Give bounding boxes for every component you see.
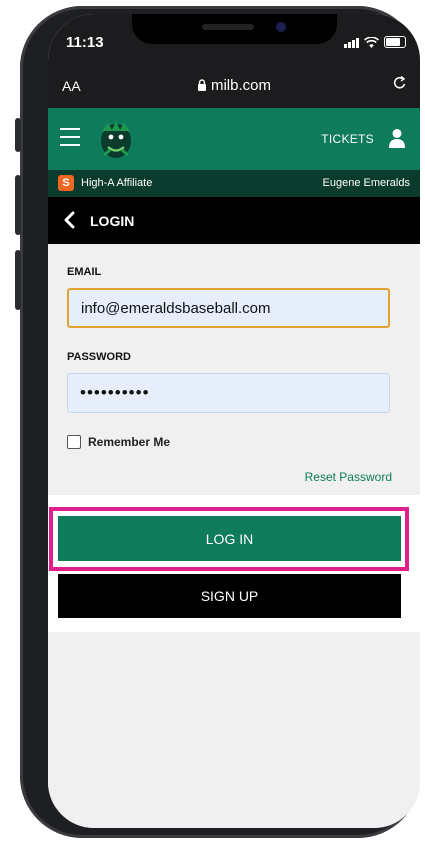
status-time: 11:13 — [66, 34, 104, 51]
menu-icon[interactable] — [60, 128, 80, 152]
empty-page-area — [48, 632, 420, 828]
user-icon[interactable] — [388, 128, 406, 148]
action-buttons: LOG IN SIGN UP — [48, 495, 420, 632]
lock-icon — [197, 79, 206, 91]
affiliate-team: Eugene Emeralds — [322, 177, 410, 189]
password-label: PASSWORD — [67, 351, 131, 363]
notch — [132, 14, 337, 44]
affiliate-label: High-A Affiliate — [81, 177, 153, 189]
login-button[interactable]: LOG IN — [58, 516, 401, 561]
affiliate-logo: S — [58, 175, 74, 191]
site-header: TICKETS — [48, 108, 420, 170]
url-display[interactable]: milb.com — [48, 77, 420, 94]
remember-me[interactable]: Remember Me — [67, 435, 170, 449]
team-logo[interactable] — [94, 117, 138, 161]
volume-up-button — [15, 175, 21, 235]
wifi-icon — [364, 37, 379, 48]
mute-switch — [15, 118, 21, 152]
signup-button[interactable]: SIGN UP — [58, 574, 401, 618]
login-header: LOGIN — [48, 197, 420, 244]
phone-screen: 11:13 AA milb.com TICKETS S High-A Affil… — [48, 14, 420, 828]
url-text: milb.com — [210, 77, 271, 94]
affiliate-bar: S High-A Affiliate Eugene Emeralds — [48, 170, 420, 197]
back-chevron-icon[interactable] — [62, 211, 78, 229]
battery-icon — [384, 36, 406, 48]
browser-url-bar[interactable]: AA milb.com — [48, 66, 420, 108]
email-label: EMAIL — [67, 266, 102, 278]
reset-password-link[interactable]: Reset Password — [305, 470, 392, 484]
password-input[interactable] — [67, 373, 390, 413]
volume-down-button — [15, 250, 21, 310]
speaker-grille — [202, 24, 254, 30]
front-camera — [276, 22, 286, 32]
page-title: LOGIN — [90, 213, 135, 229]
status-bar: 11:13 — [48, 14, 420, 66]
reload-icon[interactable] — [392, 75, 408, 91]
login-form: EMAIL PASSWORD Remember Me Reset Passwor… — [48, 244, 420, 494]
tickets-link[interactable]: TICKETS — [321, 132, 374, 146]
signal-icon — [344, 38, 359, 48]
email-input[interactable] — [67, 288, 390, 328]
remember-me-checkbox[interactable] — [67, 435, 81, 449]
remember-me-label: Remember Me — [88, 435, 171, 449]
status-icons — [344, 36, 406, 48]
